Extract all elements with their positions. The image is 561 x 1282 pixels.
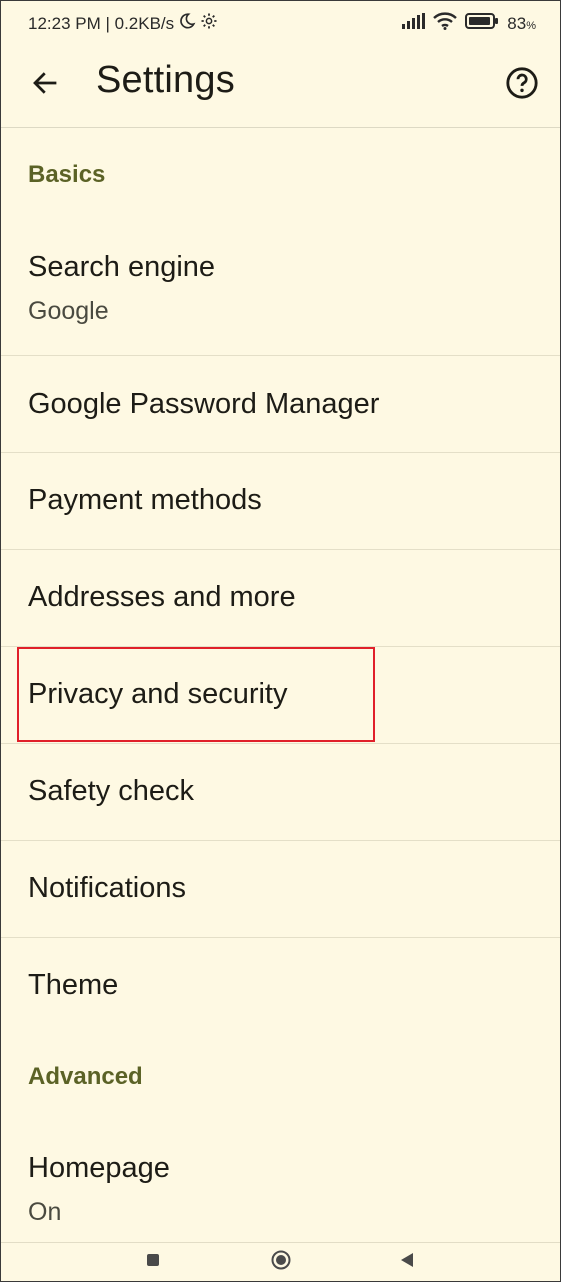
- addresses-label: Addresses and more: [28, 581, 296, 613]
- notifications-label: Notifications: [28, 872, 186, 904]
- search-engine-value: Google: [28, 297, 109, 325]
- settings-item-theme[interactable]: Theme: [1, 938, 560, 1034]
- system-nav-bar: [1, 1242, 560, 1281]
- battery-percent: 83%: [507, 14, 536, 34]
- page-title: Settings: [96, 59, 235, 101]
- section-header-basics: Basics: [28, 161, 106, 188]
- payment-methods-label: Payment methods: [28, 484, 262, 516]
- theme-label: Theme: [28, 969, 119, 1001]
- nav-back-button[interactable]: [394, 1249, 420, 1275]
- settings-item-homepage[interactable]: Homepage On: [1, 1119, 560, 1243]
- arrow-left-icon: [30, 68, 60, 103]
- homepage-label: Homepage: [28, 1152, 170, 1184]
- settings-item-notifications[interactable]: Notifications: [1, 841, 560, 938]
- status-time-speed: 12:23 PM | 0.2KB/s: [28, 13, 175, 33]
- battery-value: 83: [507, 13, 527, 33]
- password-manager-label: Google Password Manager: [28, 388, 380, 420]
- homepage-value: On: [28, 1198, 62, 1226]
- settings-item-payment-methods[interactable]: Payment methods: [1, 453, 560, 550]
- status-bar: 12:23 PM | 0.2KB/s 83%: [1, 1, 560, 45]
- wifi-icon: [433, 12, 458, 35]
- settings-item-search-engine[interactable]: Search engine Google: [1, 219, 560, 356]
- settings-item-addresses[interactable]: Addresses and more: [1, 550, 560, 647]
- moon-icon: [178, 12, 196, 35]
- status-left: 12:23 PM | 0.2KB/s: [28, 12, 218, 35]
- app-bar: Settings: [1, 45, 560, 128]
- circle-icon: [270, 1249, 292, 1276]
- nav-recents-button[interactable]: [140, 1249, 166, 1275]
- square-icon: [146, 1253, 160, 1272]
- gear-icon: [200, 12, 218, 35]
- settings-item-privacy-security[interactable]: Privacy and security: [1, 647, 560, 744]
- signal-icon: [401, 13, 426, 34]
- phone-screen: 12:23 PM | 0.2KB/s 83% Settings Basics S…: [0, 0, 561, 1282]
- status-right: 83%: [401, 12, 536, 35]
- triangle-icon: [399, 1251, 415, 1274]
- safety-check-label: Safety check: [28, 775, 195, 807]
- settings-item-password-manager[interactable]: Google Password Manager: [1, 356, 560, 453]
- help-button[interactable]: [502, 65, 542, 105]
- battery-unit: %: [526, 19, 536, 32]
- section-header-advanced: Advanced: [28, 1063, 143, 1090]
- battery-icon: [465, 13, 499, 34]
- settings-item-safety-check[interactable]: Safety check: [1, 744, 560, 841]
- help-circle-icon: [505, 66, 539, 105]
- back-button[interactable]: [25, 65, 65, 105]
- privacy-security-label: Privacy and security: [28, 678, 288, 710]
- search-engine-label: Search engine: [28, 251, 216, 283]
- nav-home-button[interactable]: [268, 1249, 294, 1275]
